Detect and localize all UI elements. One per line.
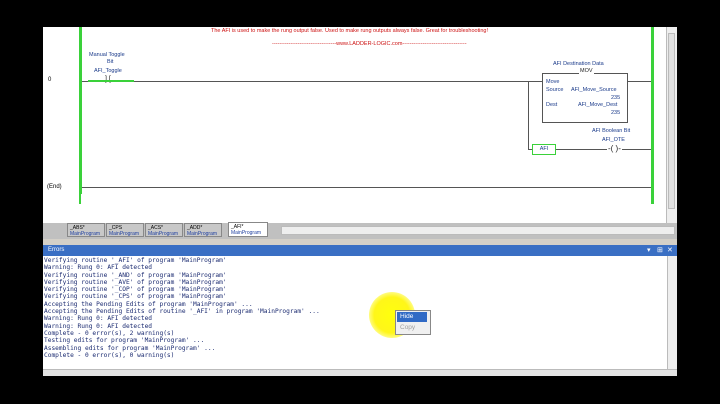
mov-dest-value[interactable]: 235 [611, 110, 620, 116]
mov-source-value[interactable]: 235 [611, 95, 620, 101]
mov-mnemonic: MOV [579, 68, 594, 74]
ote-title: AFI Boolean Bit [592, 128, 631, 134]
tab-routine-active[interactable]: _AFI* MainProgram [228, 222, 268, 237]
left-rail-end [79, 194, 81, 204]
errors-log: Verifying routine '_AFI' of program 'Mai… [44, 257, 320, 359]
tab-program: MainProgram [70, 231, 101, 237]
mov-source-label: Source [546, 87, 564, 93]
xic-tag[interactable]: AFI_Toggle [94, 68, 122, 74]
tab-program: MainProgram [148, 231, 179, 237]
log-line: Accepting the Pending Edits of routine '… [44, 308, 320, 316]
afi-instruction[interactable]: AFI [532, 144, 556, 155]
mov-instruction[interactable]: MOV Move Source AFI_Move_Source 235 Dest… [542, 68, 628, 123]
ladder-editor[interactable]: The AFI is used to make the rung output … [43, 27, 677, 223]
mov-dest-label: Dest [546, 102, 558, 108]
log-line: Warning: Rung 0: AFI detected [44, 315, 153, 323]
tab-routine[interactable]: _CPS MainProgram [106, 223, 144, 237]
mov-output-wire [627, 81, 651, 82]
mov-title: AFI Destination Data [553, 61, 604, 67]
tab-program: MainProgram [109, 231, 140, 237]
tab-routine[interactable]: _ABS* MainProgram [67, 223, 105, 237]
log-line: Complete - 0 error(s), 2 warning(s) [44, 329, 175, 337]
log-line: Verifying routine '_AVE' of program 'Mai… [44, 278, 227, 286]
errors-horizontal-scrollbar[interactable] [43, 369, 677, 376]
tab-program: MainProgram [231, 230, 262, 236]
ote-instruction[interactable]: -( )- [607, 144, 622, 153]
errors-output-pane[interactable]: Verifying routine '_AFI' of program 'Mai… [43, 256, 677, 369]
context-menu-copy[interactable]: Copy [397, 323, 427, 333]
log-line: Complete - 0 error(s), 0 warning(s) [44, 351, 175, 359]
left-power-rail [79, 27, 82, 194]
end-rung-wire [82, 187, 651, 188]
dropdown-icon[interactable]: ▾ [647, 245, 651, 256]
tab-program: MainProgram [187, 231, 218, 237]
mov-source-tag[interactable]: AFI_Move_Source [571, 87, 617, 93]
branch-top-wire [528, 81, 542, 82]
right-power-rail [651, 27, 654, 194]
branch-left-wire [528, 81, 529, 149]
rung-comment-line1: The AFI is used to make the rung output … [211, 28, 488, 34]
scroll-thumb[interactable] [668, 33, 675, 209]
errors-vertical-scrollbar[interactable] [667, 256, 677, 369]
log-line: Verifying routine '_CPS' of program 'Mai… [44, 293, 227, 301]
log-line: Warning: Rung 0: AFI detected [44, 264, 153, 272]
right-rail-end [651, 194, 654, 204]
mov-name: Move [546, 79, 560, 85]
log-line: Verifying routine '_AND' of program 'Mai… [44, 271, 227, 279]
xic-title-line2: Bit [107, 59, 114, 65]
rung-comment-line2: -----------------------------------www.L… [272, 41, 467, 47]
ote-tag[interactable]: AFI_OTE [602, 137, 625, 143]
close-icon[interactable]: ✕ [667, 245, 673, 256]
xic-energized-indicator [88, 80, 134, 82]
log-line: Verifying routine '_COP' of program 'Mai… [44, 286, 227, 294]
xic-title-line1: Manual Toggle [89, 52, 125, 58]
routine-tabs: _ABS* MainProgram _CPS MainProgram _ACS*… [43, 222, 677, 239]
errors-title: Errors [48, 247, 65, 253]
context-menu-hide[interactable]: Hide [397, 312, 427, 322]
tab-routine[interactable]: _ADD* MainProgram [184, 223, 222, 237]
log-line: Warning: Rung 0: AFI detected [44, 322, 153, 330]
errors-title-bar[interactable]: Errors ▾ ⊞ ✕ [43, 245, 677, 256]
rung-number[interactable]: 0 [48, 77, 51, 83]
tab-routine[interactable]: _ACS* MainProgram [145, 223, 183, 237]
log-line: Assembling edits for program 'MainProgra… [44, 344, 216, 352]
ladder-horizontal-scrollbar[interactable] [281, 226, 675, 235]
rung-wire-main [134, 81, 528, 82]
log-line: Verifying routine '_AFI' of program 'Mai… [44, 257, 227, 264]
mov-dest-tag[interactable]: AFI_Move_Dest [578, 102, 617, 108]
logix-designer-window: The AFI is used to make the rung output … [43, 27, 677, 376]
dock-icon[interactable]: ⊞ [657, 245, 663, 256]
ladder-vertical-scrollbar[interactable] [666, 27, 677, 223]
end-rung-label: (End) [47, 184, 62, 190]
log-line: Testing edits for program 'MainProgram' … [44, 337, 205, 345]
log-line: Accepting the Pending Edits of program '… [44, 300, 253, 308]
context-menu: Hide Copy [395, 310, 431, 335]
